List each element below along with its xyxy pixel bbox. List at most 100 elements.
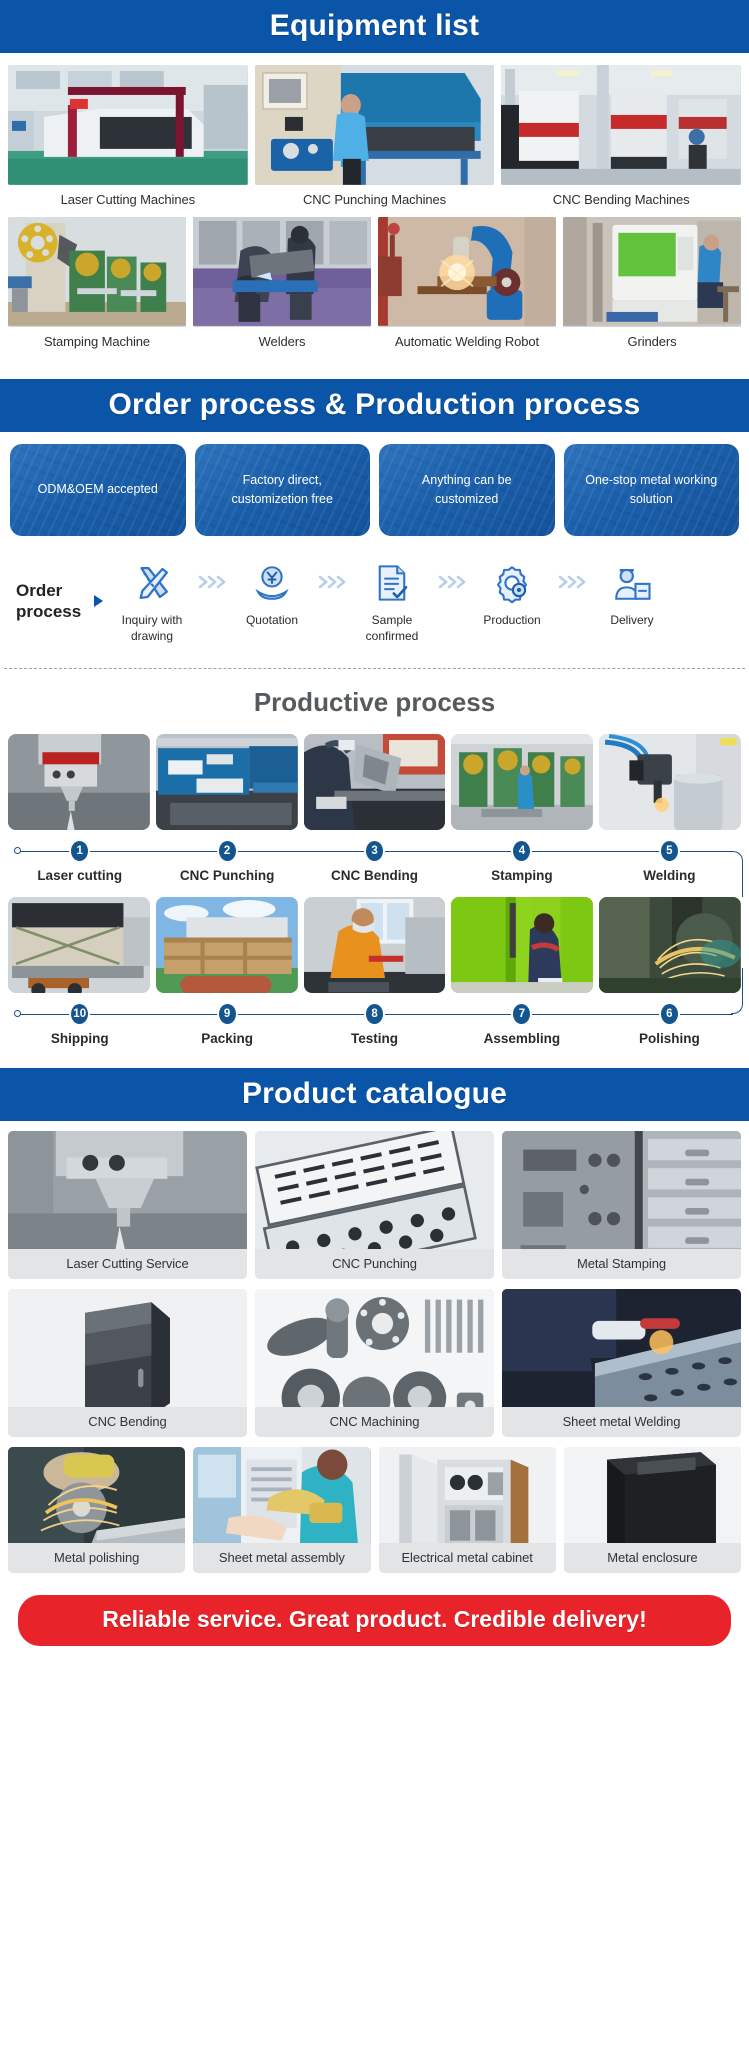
welders-photo: [193, 217, 371, 327]
order-card[interactable]: ODM&OEM accepted: [10, 444, 186, 536]
equipment-caption: Welders: [258, 334, 306, 349]
order-step-label: Production: [483, 613, 541, 627]
catalogue-item[interactable]: Laser Cutting Service: [8, 1131, 247, 1280]
equipment-item[interactable]: CNC Punching Machines: [254, 65, 495, 207]
order-step-label: Sample confirmed: [365, 613, 419, 644]
productive-row-1-captions: Laser cutting CNC Punching CNC Bending S…: [0, 866, 749, 883]
order-card[interactable]: Anything can be customized: [379, 444, 555, 536]
gear-settings-icon: [491, 558, 533, 604]
order-step-label: Delivery: [610, 613, 654, 627]
equipment-row-1: Laser Cutting Machines CNC Punching Mach…: [0, 53, 749, 207]
chevron-right-icon: [435, 558, 469, 590]
grinding-sparks-photo[interactable]: [599, 897, 741, 994]
catalogue-item[interactable]: CNC Punching: [255, 1131, 494, 1280]
step-badge: 3: [366, 841, 384, 862]
document-check-icon: [371, 558, 413, 604]
catalogue-item[interactable]: Electrical metal cabinet: [378, 1447, 556, 1574]
step-badge: 1: [71, 841, 89, 862]
step-badge: 5: [660, 841, 678, 862]
catalogue-item[interactable]: Sheet metal Welding: [502, 1289, 741, 1438]
stamped-parts-photo: [502, 1131, 741, 1250]
stamping-machine-photo: [8, 217, 186, 327]
order-step-label: Inquiry with drawing: [121, 613, 183, 644]
catalogue-item[interactable]: Metal enclosure: [563, 1447, 741, 1574]
catalogue-row-3: Metal polishing Sheet metal assembly Ele…: [0, 1437, 749, 1574]
equipment-item[interactable]: Laser Cutting Machines: [8, 65, 248, 207]
order-step[interactable]: Production: [469, 558, 555, 628]
equipment-item[interactable]: Stamping Machine: [8, 217, 186, 349]
press-brake-operator-photo[interactable]: [303, 734, 446, 831]
catalogue-item[interactable]: Sheet metal assembly: [193, 1447, 371, 1574]
assembly-worker-photo[interactable]: [451, 897, 594, 994]
productive-step-label: Laser cutting: [37, 868, 123, 884]
wooden-crates-photo[interactable]: [155, 897, 298, 994]
order-flow-steps: Inquiry with drawing Quotation Sample co…: [109, 558, 741, 644]
truck-loading-photo[interactable]: [8, 897, 150, 994]
order-step[interactable]: Delivery: [589, 558, 675, 628]
order-step[interactable]: Sample confirmed: [349, 558, 435, 644]
flow-arrow-icon: [94, 595, 103, 608]
productive-step-label: Polishing: [638, 1031, 700, 1047]
cnc-punch-press-photo[interactable]: [155, 734, 298, 831]
order-card-label: One-stop metal working solution: [585, 472, 718, 506]
catalogue-label: Metal Stamping: [502, 1249, 741, 1280]
order-flow-label-line2: process: [16, 602, 82, 622]
equipment-item[interactable]: CNC Bending Machines: [501, 65, 742, 207]
order-step-label: Quotation: [245, 613, 299, 627]
equipment-item[interactable]: Automatic Welding Robot: [378, 217, 556, 349]
chevron-right-icon: [555, 558, 589, 590]
cnc-bending-machine-photo: [501, 65, 742, 185]
laser-cutting-head-photo[interactable]: [8, 734, 150, 831]
chevron-right-icon: [315, 558, 349, 590]
yuan-coin-hand-icon: [251, 558, 293, 604]
electrical-cabinet-photo: [378, 1447, 556, 1544]
stamping-shop-photo[interactable]: [451, 734, 594, 831]
axis-number-badges: 1 2 3 4 5: [6, 836, 743, 866]
equipment-item[interactable]: Grinders: [563, 217, 741, 349]
step-badge: 2: [218, 841, 236, 862]
productive-step-label: Welding: [643, 868, 696, 884]
order-step[interactable]: Inquiry with drawing: [109, 558, 195, 644]
step-badge: 8: [366, 1004, 384, 1025]
equipment-caption: Automatic Welding Robot: [394, 334, 540, 349]
product-brochure-page: Equipment list Laser Cutting Machines CN…: [0, 0, 749, 1664]
catalogue-item[interactable]: Metal polishing: [8, 1447, 186, 1574]
catalogue-label: CNC Machining: [255, 1407, 494, 1438]
productive-step-label: CNC Bending: [331, 868, 419, 884]
productive-step-label: Shipping: [50, 1031, 109, 1047]
robot-welding-photo[interactable]: [599, 734, 741, 831]
productive-step-label: Testing: [351, 1031, 399, 1047]
delivery-person-icon: [611, 558, 653, 604]
step-badge: 10: [71, 1004, 89, 1025]
product-catalogue-banner: Product catalogue: [0, 1068, 749, 1122]
order-flow: Order process Inquiry with drawing Quota…: [0, 536, 749, 654]
welding-robot-photo: [378, 217, 556, 327]
catalogue-item[interactable]: CNC Bending: [8, 1289, 247, 1438]
catalogue-item[interactable]: CNC Machining: [255, 1289, 494, 1438]
equipment-caption: CNC Punching Machines: [302, 192, 447, 207]
angle-grinder-photo: [8, 1447, 186, 1544]
productive-row-2-captions: Shipping Packing Testing Assembling Poli…: [0, 1029, 749, 1046]
laser-cutting-machine-photo: [8, 65, 248, 185]
axis-number-badges: 10 9 8 7 6: [6, 999, 743, 1029]
order-flow-label-line1: Order: [16, 580, 63, 600]
productive-row-1-images: [0, 734, 749, 831]
productive-row-1-axis: 1 2 3 4 5: [6, 836, 743, 898]
black-enclosure-photo: [563, 1447, 741, 1544]
order-card[interactable]: Factory direct, customizetion free: [194, 444, 370, 536]
slogan-banner: Reliable service. Great product. Credibl…: [18, 1595, 731, 1647]
productive-row-2-images: [0, 897, 749, 994]
order-card[interactable]: One-stop metal working solution: [563, 444, 739, 536]
step-badge: 9: [218, 1004, 236, 1025]
catalogue-row-2: CNC Bending CNC Machining Sheet metal We…: [0, 1279, 749, 1438]
catalogue-label: Metal enclosure: [563, 1543, 741, 1574]
inspection-worker-photo[interactable]: [303, 897, 446, 994]
order-flow-label: Order process: [8, 580, 92, 623]
order-step[interactable]: Quotation: [229, 558, 315, 628]
ruler-pencil-icon: [131, 558, 173, 604]
equipment-caption: CNC Bending Machines: [552, 192, 690, 207]
cnc-punching-machine-photo: [254, 65, 495, 185]
catalogue-label: CNC Bending: [8, 1407, 247, 1438]
equipment-item[interactable]: Welders: [193, 217, 371, 349]
catalogue-item[interactable]: Metal Stamping: [502, 1131, 741, 1280]
